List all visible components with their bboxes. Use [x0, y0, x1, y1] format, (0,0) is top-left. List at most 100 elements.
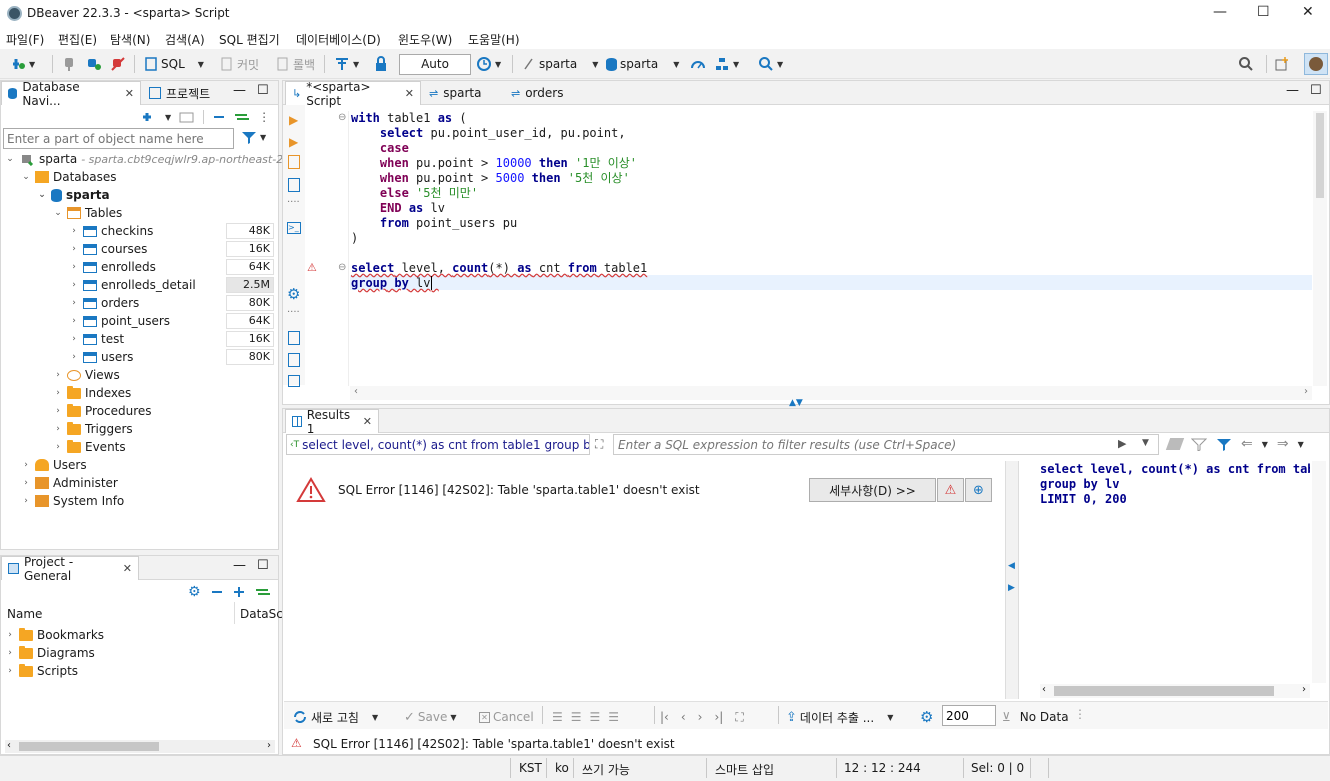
disconnect-button[interactable]	[110, 53, 126, 75]
more-icon[interactable]: ⋮	[258, 110, 270, 124]
delete-row-icon[interactable]: ☰	[608, 710, 619, 724]
fetch-all-icon[interactable]: ⛶	[735, 710, 743, 725]
table-node[interactable]: › test	[69, 330, 124, 348]
filter-icon[interactable]	[1216, 437, 1232, 451]
link-with-editor-icon[interactable]	[234, 110, 250, 124]
commit-button[interactable]: 커밋	[220, 53, 259, 75]
horizontal-scrollbar[interactable]: ‹ ›	[5, 740, 275, 753]
settings-icon[interactable]: ⚙	[188, 584, 201, 600]
sql-panel-horizontal-scrollbar[interactable]: ‹ ›	[1040, 684, 1310, 698]
fetch-size-input[interactable]	[942, 705, 996, 726]
project-item-diagrams[interactable]: › Diagrams	[5, 644, 95, 662]
table-node[interactable]: › point_users	[69, 312, 170, 330]
table-node[interactable]: › enrolleds_detail	[69, 276, 195, 294]
forward-icon[interactable]: ⇒	[1277, 436, 1289, 452]
tree-tables[interactable]: ⌄ Tables	[53, 204, 122, 222]
close-icon[interactable]: ✕	[123, 562, 132, 575]
minimize-icon[interactable]: —	[233, 558, 246, 573]
table-node[interactable]: › courses	[69, 240, 147, 258]
filter-history-icon[interactable]: ▼	[1142, 438, 1149, 448]
sql-editor-button[interactable]: SQL ▼	[144, 53, 204, 75]
menu-sql-editor[interactable]: SQL 편집기	[219, 31, 280, 48]
tab-database-navigator[interactable]: Database Navi... ✕	[1, 80, 141, 108]
first-page-icon[interactable]: |‹	[660, 710, 669, 724]
eraser-icon[interactable]	[1165, 438, 1185, 450]
menu-window[interactable]: 윈도우(W)	[398, 31, 452, 48]
export-icon[interactable]	[288, 331, 300, 345]
close-icon[interactable]: ✕	[125, 87, 134, 100]
collapse-all-icon[interactable]	[212, 110, 226, 124]
table-node[interactable]: › users	[69, 348, 133, 366]
maximize-icon[interactable]: ☐	[257, 83, 269, 98]
refresh-button[interactable]: 새로 고침 ▼	[292, 706, 378, 728]
table-node[interactable]: › orders	[69, 294, 139, 312]
minimize-icon[interactable]: —	[233, 83, 246, 98]
minimize-icon[interactable]: —	[1286, 83, 1299, 98]
table-node[interactable]: › enrolleds	[69, 258, 156, 276]
fold-icon[interactable]: ⊖	[338, 112, 346, 123]
help-button[interactable]: ⊕	[965, 478, 992, 502]
details-button[interactable]: 세부사항(D) >>	[809, 478, 936, 502]
menu-navigate[interactable]: 탐색(N)	[110, 31, 150, 48]
editor-vertical-scrollbar[interactable]	[1313, 111, 1327, 386]
tab-projects[interactable]: 프로젝트	[143, 81, 216, 105]
more-icon[interactable]: ····	[287, 197, 300, 208]
close-icon[interactable]: ✕	[363, 415, 372, 428]
history-button[interactable]: ▼	[476, 53, 501, 75]
column-header-name[interactable]: Name	[7, 607, 42, 621]
copy-row-icon[interactable]: ☰	[590, 710, 601, 724]
new-connection-icon[interactable]	[141, 110, 157, 124]
maximize-icon[interactable]: ☐	[1310, 83, 1322, 98]
execute-in-new-tab-icon[interactable]: ▶	[289, 135, 298, 149]
column-header-datasource[interactable]: DataSc	[240, 607, 283, 621]
prev-page-icon[interactable]: ‹	[681, 710, 686, 724]
menu-database[interactable]: 데이터베이스(D)	[296, 31, 381, 48]
project-item-scripts[interactable]: › Scripts	[5, 662, 78, 680]
filter-clear-icon[interactable]	[1191, 437, 1207, 451]
close-icon[interactable]: ✕	[405, 87, 414, 100]
terminal-icon[interactable]: >_	[287, 222, 301, 234]
schema-selector[interactable]: sparta ▼	[606, 53, 679, 75]
search-tool-button[interactable]: ▼	[758, 53, 783, 75]
minimize-button[interactable]: —	[1213, 4, 1227, 20]
new-connection-button[interactable]: ▼	[10, 53, 35, 75]
rollback-button[interactable]: 롤백	[276, 53, 315, 75]
tree-procedures[interactable]: › Procedures	[53, 402, 152, 420]
tree-administer[interactable]: › Administer	[21, 474, 118, 492]
dbeaver-perspective-button[interactable]	[1304, 53, 1328, 75]
tab-sparta[interactable]: ⇌ sparta	[423, 81, 487, 105]
apply-filter-icon[interactable]: ▶	[1118, 437, 1126, 450]
tab-orders[interactable]: ⇌ orders	[505, 81, 569, 105]
edit-row-icon[interactable]: ☰	[552, 710, 563, 724]
fold-icon[interactable]: ⊖	[338, 262, 346, 273]
object-filter-input[interactable]	[3, 128, 234, 149]
next-page-icon[interactable]: ›	[698, 710, 703, 724]
tree-views[interactable]: › Views	[53, 366, 120, 384]
save-script-icon[interactable]	[288, 353, 300, 367]
panel-splitter[interactable]: ◀ ▶	[1005, 461, 1019, 699]
cancel-button[interactable]: ✕ Cancel	[479, 706, 534, 728]
more-icon[interactable]: ····	[287, 307, 300, 318]
menu-edit[interactable]: 편집(E)	[58, 31, 97, 48]
format-icon[interactable]	[288, 375, 300, 387]
tab-project-general[interactable]: Project - General ✕	[1, 555, 139, 583]
filter-button[interactable]: ▼	[241, 130, 266, 144]
error-log-button[interactable]: ⚠	[937, 478, 964, 502]
tree-system-info[interactable]: › System Info	[21, 492, 124, 510]
global-search-button[interactable]	[1238, 53, 1254, 75]
expand-icon[interactable]	[233, 586, 245, 598]
results-settings-button[interactable]: ⚙	[920, 706, 933, 728]
lock-button[interactable]	[374, 53, 388, 75]
editor-horizontal-scrollbar[interactable]: ‹ ›	[350, 386, 1312, 400]
panel-toggle-icon[interactable]: ▲▼	[789, 398, 803, 408]
open-perspective-button[interactable]	[1274, 53, 1290, 75]
results-filter-input[interactable]	[613, 434, 1159, 455]
maximize-icon[interactable]: ☐	[257, 558, 269, 573]
add-row-icon[interactable]: ☰	[571, 710, 582, 724]
back-icon[interactable]: ⇐	[1241, 436, 1253, 452]
menu-search[interactable]: 검색(A)	[165, 31, 205, 48]
tab-sparta-script[interactable]: ↳ *<sparta> Script ✕	[285, 80, 421, 108]
project-item-bookmarks[interactable]: › Bookmarks	[5, 626, 104, 644]
settings-icon[interactable]: ⚙	[287, 285, 300, 303]
erd-button[interactable]: ▼	[714, 53, 739, 75]
